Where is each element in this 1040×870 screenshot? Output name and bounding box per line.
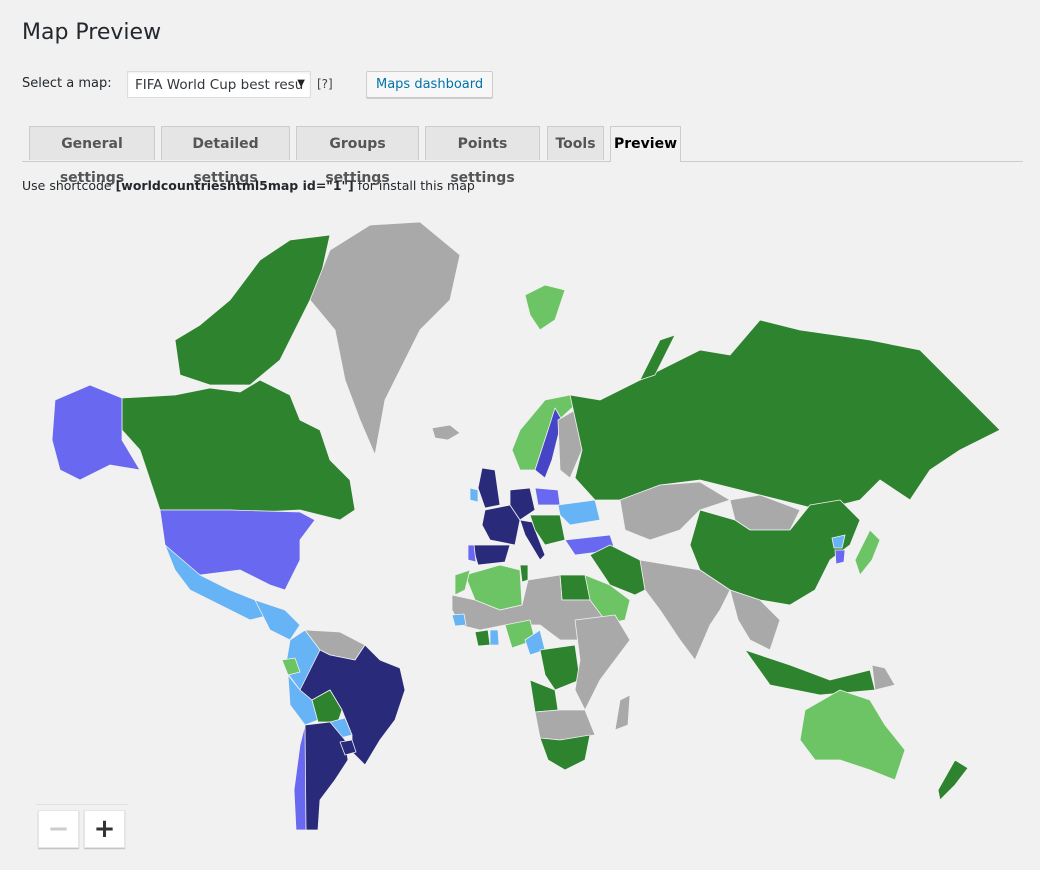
country-canada[interactable]	[121, 379, 356, 521]
country-egypt[interactable]	[559, 574, 591, 601]
select-map-label: Select a map:	[22, 76, 112, 91]
map-select-value: FIFA World Cup best resu	[135, 77, 304, 93]
zoom-in-button[interactable]: +	[84, 810, 125, 848]
country-south-africa[interactable]	[539, 734, 591, 771]
country-east-africa[interactable]	[574, 614, 631, 711]
country-svalbard[interactable]	[524, 284, 566, 331]
country-new-zealand[interactable]	[937, 759, 969, 801]
shortcode-prefix: Use shortcode	[22, 178, 116, 193]
country-ukraine[interactable]	[557, 499, 601, 526]
country-dr-congo[interactable]	[539, 644, 581, 691]
tab-groups-settings[interactable]: Groups settings	[296, 126, 419, 186]
country-south-korea[interactable]	[834, 549, 846, 565]
tab-points-settings[interactable]: Points settings	[425, 126, 540, 186]
shortcode-code: [worldcountrieshtml5map id="1"]	[115, 178, 354, 193]
country-madagascar[interactable]	[614, 694, 631, 731]
country-japan[interactable]	[854, 529, 881, 576]
country-uk[interactable]	[477, 467, 501, 509]
country-tunisia[interactable]	[519, 564, 529, 583]
country-canada-arctic[interactable]	[174, 234, 331, 386]
map-select[interactable]: FIFA World Cup best resu ▼	[127, 71, 311, 98]
help-link[interactable]: [?]	[317, 77, 333, 91]
country-ghana[interactable]	[489, 629, 500, 646]
tab-tools[interactable]: Tools	[547, 126, 604, 160]
country-papua-new-guinea[interactable]	[871, 664, 896, 691]
zoom-divider	[36, 804, 128, 805]
tab-detailed-settings[interactable]: Detailed settings	[161, 126, 290, 186]
country-indonesia[interactable]	[744, 649, 876, 696]
country-iceland[interactable]	[431, 424, 461, 441]
country-spain[interactable]	[471, 544, 511, 566]
country-ireland[interactable]	[469, 487, 479, 503]
country-greenland[interactable]	[309, 221, 461, 456]
country-chile[interactable]	[293, 724, 307, 831]
chevron-down-icon: ▼	[297, 78, 305, 89]
tab-preview[interactable]: Preview	[610, 126, 681, 162]
country-ivory-coast[interactable]	[474, 629, 491, 647]
country-central-america[interactable]	[254, 599, 301, 641]
country-argentina[interactable]	[299, 721, 349, 831]
zoom-out-button[interactable]: −	[38, 810, 79, 848]
country-senegal[interactable]	[451, 613, 467, 627]
tab-general-settings[interactable]: General settings	[29, 126, 155, 186]
maps-dashboard-button[interactable]: Maps dashboard	[366, 71, 494, 98]
country-russia[interactable]	[569, 319, 1001, 511]
shortcode-suffix: for install this map	[353, 178, 475, 193]
country-poland[interactable]	[534, 487, 561, 506]
world-map[interactable]	[30, 210, 1030, 840]
country-australia[interactable]	[799, 689, 906, 781]
shortcode-hint: Use shortcode [worldcountrieshtml5map id…	[22, 178, 475, 193]
page-title: Map Preview	[22, 20, 162, 45]
settings-tabs: General settings Detailed settings Group…	[22, 126, 1023, 186]
